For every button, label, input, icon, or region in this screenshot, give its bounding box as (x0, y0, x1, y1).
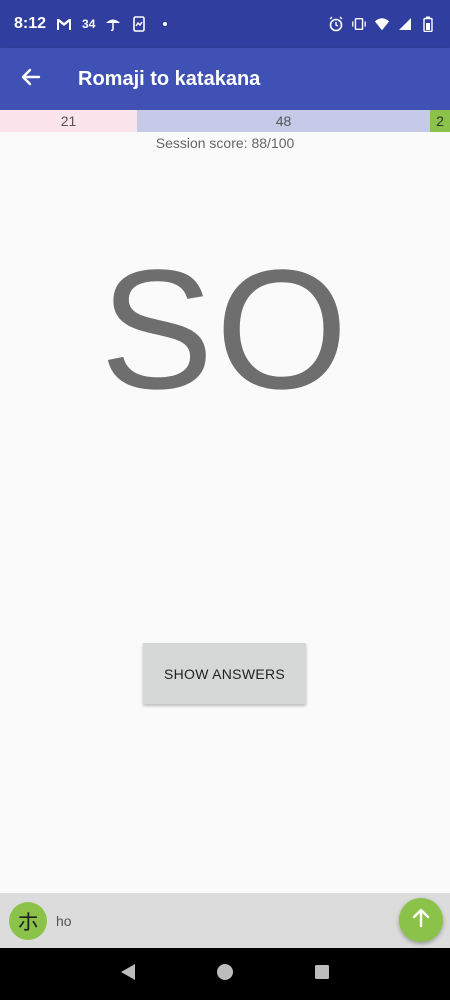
arrow-back-icon (21, 67, 41, 92)
nav-home-button[interactable] (213, 962, 237, 986)
gmail-icon (56, 16, 72, 32)
app-bar: Romaji to katakana (0, 48, 450, 110)
status-time: 8:12 (14, 15, 47, 32)
nav-recents-button[interactable] (310, 962, 334, 986)
next-fab-button[interactable] (399, 898, 443, 942)
umbrella-icon (105, 16, 121, 32)
system-nav-bar (0, 948, 450, 1000)
nav-back-button[interactable] (116, 962, 140, 986)
notification-dot-icon (163, 22, 168, 26)
previous-answer-bar: ホ ho (0, 893, 450, 948)
status-left: 8:12 34 (14, 15, 168, 33)
nav-recents-icon (314, 964, 330, 985)
page-title: Romaji to katakana (78, 67, 261, 90)
nav-home-icon (216, 963, 234, 986)
session-score: Session score: 88/100 (155, 135, 295, 151)
question-prompt: SO (100, 235, 350, 425)
score-right-segment: 2 (430, 110, 450, 132)
score-middle-segment: 48 (137, 110, 430, 132)
back-button[interactable] (0, 48, 62, 110)
alarm-icon (328, 16, 344, 32)
previous-romaji: ho (56, 912, 72, 929)
screenshot-icon (131, 16, 147, 32)
score-wrong-segment: 21 (0, 110, 137, 132)
vibrate-icon (351, 16, 367, 32)
previous-kana-badge: ホ (9, 901, 47, 940)
network-label: 34 (82, 17, 96, 31)
show-answers-button[interactable]: SHOW ANSWERS (143, 643, 306, 704)
signal-icon (397, 16, 413, 32)
arrow-up-icon (411, 908, 431, 933)
wifi-icon (374, 16, 390, 32)
status-right (328, 16, 436, 32)
nav-back-icon (119, 963, 137, 986)
status-bar: 8:12 34 (0, 0, 450, 48)
battery-icon (420, 16, 436, 32)
score-progress-bar: 21 48 2 (0, 110, 450, 132)
